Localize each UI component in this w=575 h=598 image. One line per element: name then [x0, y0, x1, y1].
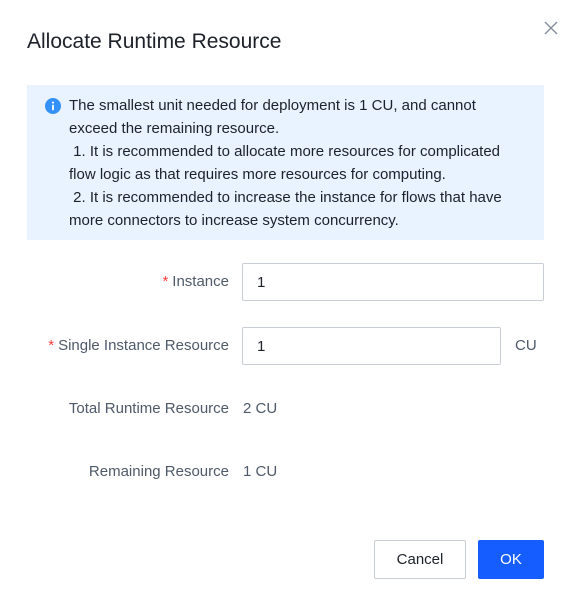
instance-row: * Instance — [0, 263, 575, 301]
notice-line: 2. It is recommended to increase the ins… — [69, 189, 502, 206]
notice-line: more connectors to increase system concu… — [69, 212, 399, 229]
cu-unit-label: CU — [515, 337, 537, 354]
required-mark: * — [162, 273, 169, 290]
instance-label-text: Instance — [172, 273, 229, 290]
notice-line: exceed the remaining resource. — [69, 120, 280, 137]
notice-line: 1. It is recommended to allocate more re… — [69, 143, 501, 160]
instance-input[interactable] — [242, 263, 544, 301]
remaining-resource-row: Remaining Resource 1 CU — [0, 453, 575, 491]
info-icon — [45, 98, 61, 114]
total-runtime-resource-row: Total Runtime Resource 2 CU — [0, 390, 575, 428]
instance-label: * Instance — [162, 263, 229, 301]
dialog-title: Allocate Runtime Resource — [27, 30, 282, 53]
remaining-resource-value: 1 CU — [243, 463, 278, 480]
ok-button[interactable]: OK — [478, 540, 544, 579]
single-instance-resource-input[interactable] — [242, 327, 501, 365]
total-runtime-resource-label: Total Runtime Resource — [68, 400, 229, 417]
cancel-button[interactable]: Cancel — [374, 540, 466, 579]
notice-line: The smallest unit needed for deployment … — [69, 97, 476, 114]
close-icon[interactable] — [541, 18, 561, 38]
single-instance-resource-row: *Single Instance Resource CU — [0, 327, 575, 365]
allocate-runtime-resource-dialog: Allocate Runtime Resource The smallest u… — [0, 0, 575, 598]
required-mark: * — [48, 337, 55, 354]
notice-line: flow logic as that requires more resourc… — [69, 166, 446, 183]
single-instance-resource-label-text: Single Instance Resource — [58, 337, 229, 354]
notice-text: The smallest unit needed for deployment … — [69, 94, 534, 232]
total-runtime-resource-value: 2 CU — [243, 400, 278, 417]
single-instance-resource-label: * Single Instance Resource — [48, 327, 229, 365]
info-notice: The smallest unit needed for deployment … — [27, 85, 544, 240]
remaining-resource-label: Remaining Resource — [88, 463, 229, 480]
